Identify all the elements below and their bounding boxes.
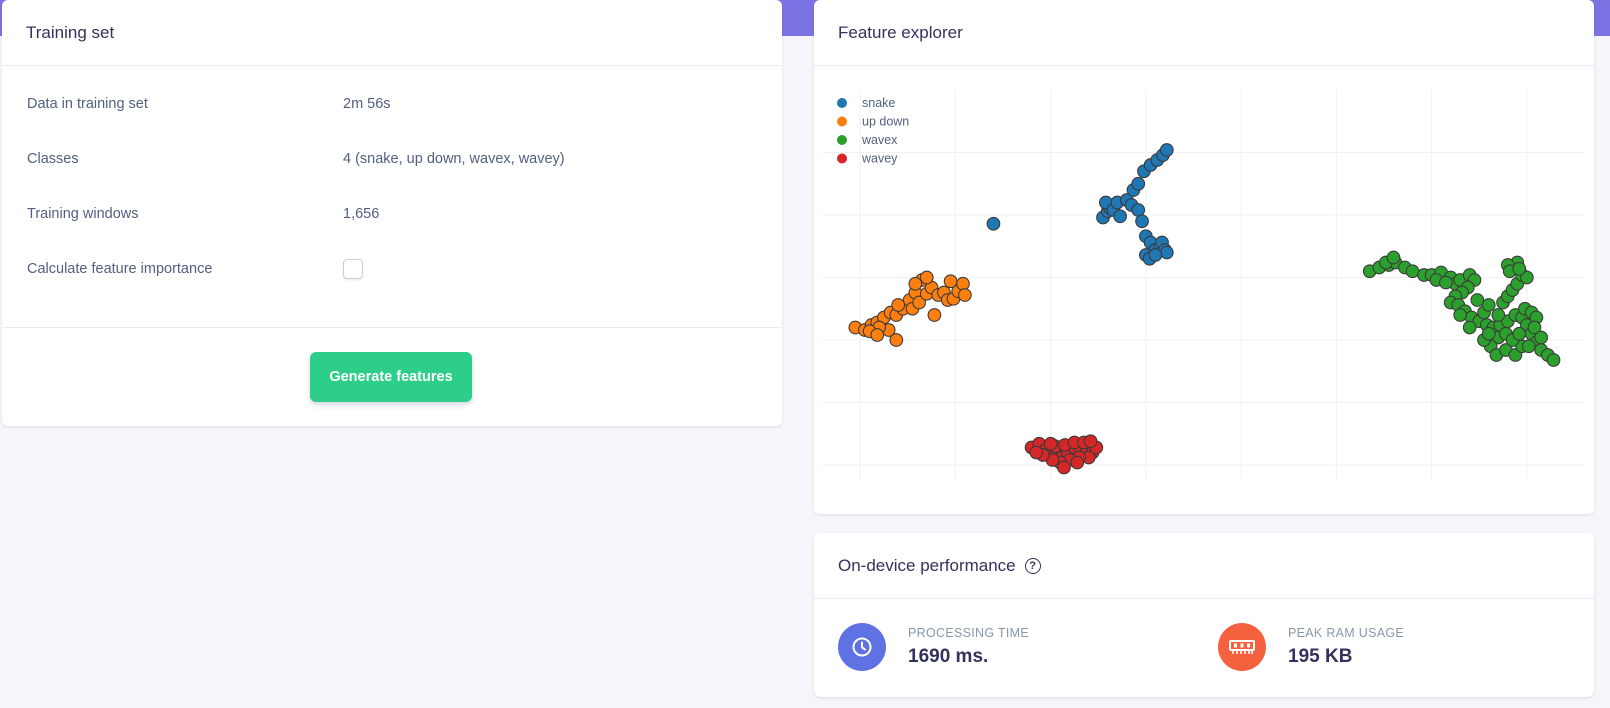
legend-marker-snake [837,98,847,108]
legend-label-up-down: up down [862,115,909,129]
scatter-point-up-down[interactable] [956,276,970,291]
scatter-point-snake[interactable] [986,216,1001,231]
training-windows-value: 1,656 [343,206,380,222]
scatter-point-snake[interactable] [1131,176,1146,191]
scatter-point-snake[interactable] [1159,245,1174,260]
scatter-point-up-down[interactable] [958,288,972,302]
scatter-point-wavex[interactable] [1481,298,1496,312]
scatter-point-up-down[interactable] [919,270,934,285]
row-training-windows: Training windows 1,656 [27,202,782,226]
feature-explorer-title: Feature explorer [814,0,1594,66]
scatter-point-up-down[interactable] [870,328,885,342]
memory-chip-icon [1218,623,1266,671]
scatter-point-wavex[interactable] [1521,339,1536,354]
performance-header: On-device performance ? [814,533,1594,599]
feature-explorer-card: Feature explorer snake up down wavex wavey [814,0,1594,514]
scatter-point-snake[interactable] [1148,248,1163,262]
training-set-details: Data in training set 2m 56s Classes 4 (s… [2,66,782,328]
performance-title: On-device performance [838,555,1016,575]
scatter-point-up-down[interactable] [891,298,906,312]
scatter-point-wavex[interactable] [1512,326,1527,341]
scatter-point-wavex[interactable] [1481,326,1496,341]
scatter-point-wavex[interactable] [1491,308,1506,322]
legend-label-wavey: wavey [861,152,898,166]
processing-time-metric: PROCESSING TIME 1690 ms. [838,623,1029,671]
clock-icon [838,623,886,671]
scatter-point-up-down[interactable] [943,274,958,289]
legend-label-wavex: wavex [861,133,898,147]
scatter-point-wavey[interactable] [1043,436,1058,451]
scatter-point-wavex[interactable] [1470,293,1485,307]
training-windows-label: Training windows [27,206,139,222]
scatter-point-snake[interactable] [1135,214,1149,229]
legend-marker-up-down [837,116,847,127]
performance-card: On-device performance ? PROCESSING TIME … [814,533,1594,697]
training-set-card: Training set Data in training set 2m 56s… [2,0,782,426]
scatter-point-wavex[interactable] [1386,250,1401,265]
feature-importance-label: Calculate feature importance [27,261,213,277]
processing-time-value: 1690 ms. [908,646,989,667]
processing-time-label: PROCESSING TIME [908,626,1029,640]
data-in-training-set-value: 2m 56s [343,96,391,112]
scatter-point-wavex[interactable] [1439,275,1453,290]
scatter-point-wavex[interactable] [1453,308,1468,322]
generate-features-button[interactable]: Generate features [310,352,472,402]
peak-ram-label: PEAK RAM USAGE [1288,626,1405,640]
scatter-point-wavex[interactable] [1546,353,1561,367]
feature-scatter-plot[interactable]: snake up down wavex wavey [814,66,1594,486]
scatter-point-wavex[interactable] [1512,261,1527,276]
row-classes: Classes 4 (snake, up down, wavex, wavey) [27,147,782,171]
scatter-point-wavey[interactable] [1057,460,1071,475]
scatter-point-wavex[interactable] [1462,320,1477,335]
training-set-title: Training set [2,0,782,66]
legend-label-snake: snake [862,96,895,110]
peak-ram-metric: PEAK RAM USAGE 195 KB [1218,623,1404,671]
scatter-point-wavex[interactable] [1534,330,1548,345]
scatter-point-snake[interactable] [1159,143,1174,157]
scatter-point-snake[interactable] [1113,209,1127,224]
scatter-point-wavey[interactable] [1083,434,1098,449]
scatter-point-snake[interactable] [1131,203,1146,217]
classes-label: Classes [27,151,79,167]
peak-ram-value: 195 KB [1288,646,1353,667]
scatter-point-up-down[interactable] [889,333,904,347]
feature-importance-checkbox[interactable] [343,259,363,279]
row-feature-importance: Calculate feature importance [27,257,782,281]
scatter-point-wavey[interactable] [1070,455,1085,470]
scatter-point-up-down[interactable] [908,276,923,291]
legend-marker-wavex [837,135,847,145]
scatter-point-wavex[interactable] [1405,264,1420,279]
scatter-point-up-down[interactable] [927,308,942,322]
scatter-point-wavey[interactable] [1029,445,1044,460]
question-circle-icon[interactable]: ? [1024,557,1041,574]
data-in-training-set-label: Data in training set [27,96,148,112]
classes-value: 4 (snake, up down, wavex, wavey) [343,151,565,167]
legend-marker-wavey [837,153,847,164]
row-data-in-training-set: Data in training set 2m 56s [27,92,782,116]
